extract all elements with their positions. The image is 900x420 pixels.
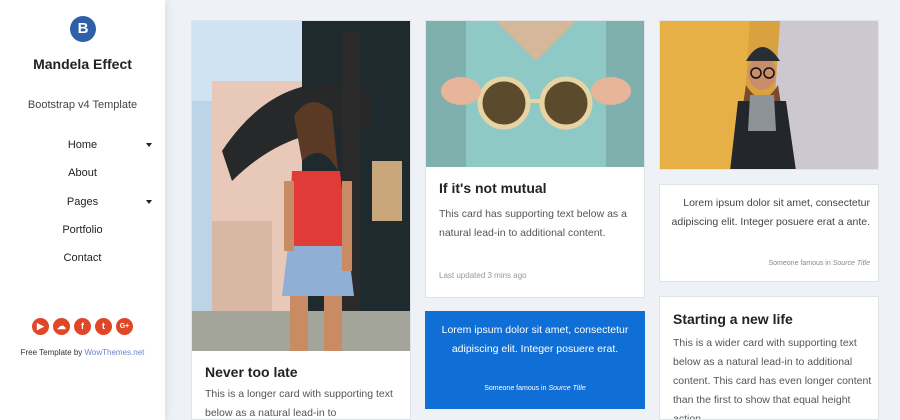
nav-item-label: Pages <box>66 196 99 208</box>
bootstrap-logo-icon[interactable]: B <box>70 16 96 42</box>
blockquote-footer: Someone famous in Source Title <box>660 260 871 267</box>
card-photo-man <box>659 20 879 170</box>
photo-sunglasses <box>426 21 644 167</box>
nav-item-home[interactable]: Home <box>0 139 165 151</box>
social-icons: ▶ ☁ f t G+ <box>32 318 134 336</box>
nav-item-contact[interactable]: Contact <box>0 252 165 264</box>
caret-down-icon <box>146 200 152 204</box>
nav-item-about[interactable]: About <box>0 167 165 179</box>
blockquote-footer: Someone famous in Source Title <box>425 385 645 392</box>
card-blue-quote: Lorem ipsum dolor sit amet, consectetur … <box>425 311 645 409</box>
site-subtitle: Bootstrap v4 Template <box>27 99 138 111</box>
card-not-mutual: If it's not mutual This card has support… <box>425 20 645 298</box>
sidebar: B Mandela Effect Bootstrap v4 Template H… <box>0 0 165 420</box>
footer-credit: Free Template by WowThemes.net <box>0 348 165 357</box>
blockquote-text: Lorem ipsum dolor sit amet, consectetur … <box>671 197 870 228</box>
card-title[interactable]: Never too late <box>205 364 298 380</box>
nav-item-pages[interactable]: Pages <box>0 196 165 208</box>
card-text: This is a wider card with supporting tex… <box>673 337 872 420</box>
google-plus-icon[interactable]: G+ <box>116 318 133 335</box>
card-title[interactable]: Starting a new life <box>673 311 793 327</box>
credit-prefix: Free Template by <box>20 348 85 357</box>
nav-item-portfolio[interactable]: Portfolio <box>0 224 165 236</box>
footer-prefix: Someone famous in <box>484 385 549 392</box>
soundcloud-icon[interactable]: ☁ <box>53 318 70 335</box>
photo-woman-street <box>192 21 410 351</box>
blockquote-text: Lorem ipsum dolor sit amet, consectetur … <box>441 324 629 355</box>
caret-down-icon <box>146 143 152 147</box>
nav-item-label: Home <box>67 139 98 151</box>
source-title: Source Title <box>832 260 870 267</box>
nav-item-label: Portfolio <box>62 224 103 236</box>
site-title[interactable]: Mandela Effect <box>0 56 165 72</box>
card-never-too-late: Never too late This is a longer card wit… <box>191 20 411 420</box>
footer-prefix: Someone famous in <box>768 260 833 267</box>
card-text: This card has supporting text below as a… <box>439 208 627 239</box>
photo-man-beanie <box>660 21 878 169</box>
nav-item-label: About <box>68 167 97 179</box>
card-new-life: Starting a new life This is a wider card… <box>659 296 879 420</box>
facebook-icon[interactable]: f <box>74 318 91 335</box>
card-white-quote: Lorem ipsum dolor sit amet, consectetur … <box>659 184 879 282</box>
credit-link[interactable]: WowThemes.net <box>85 348 145 357</box>
source-title: Source Title <box>548 385 586 392</box>
card-title[interactable]: If it's not mutual <box>439 180 547 196</box>
nav-item-label: Contact <box>63 252 102 264</box>
last-updated-text: Last updated 3 mins ago <box>439 271 527 280</box>
card-text: This is a longer card with supporting te… <box>205 388 393 419</box>
twitter-icon[interactable]: t <box>95 318 112 335</box>
youtube-icon[interactable]: ▶ <box>32 318 49 335</box>
